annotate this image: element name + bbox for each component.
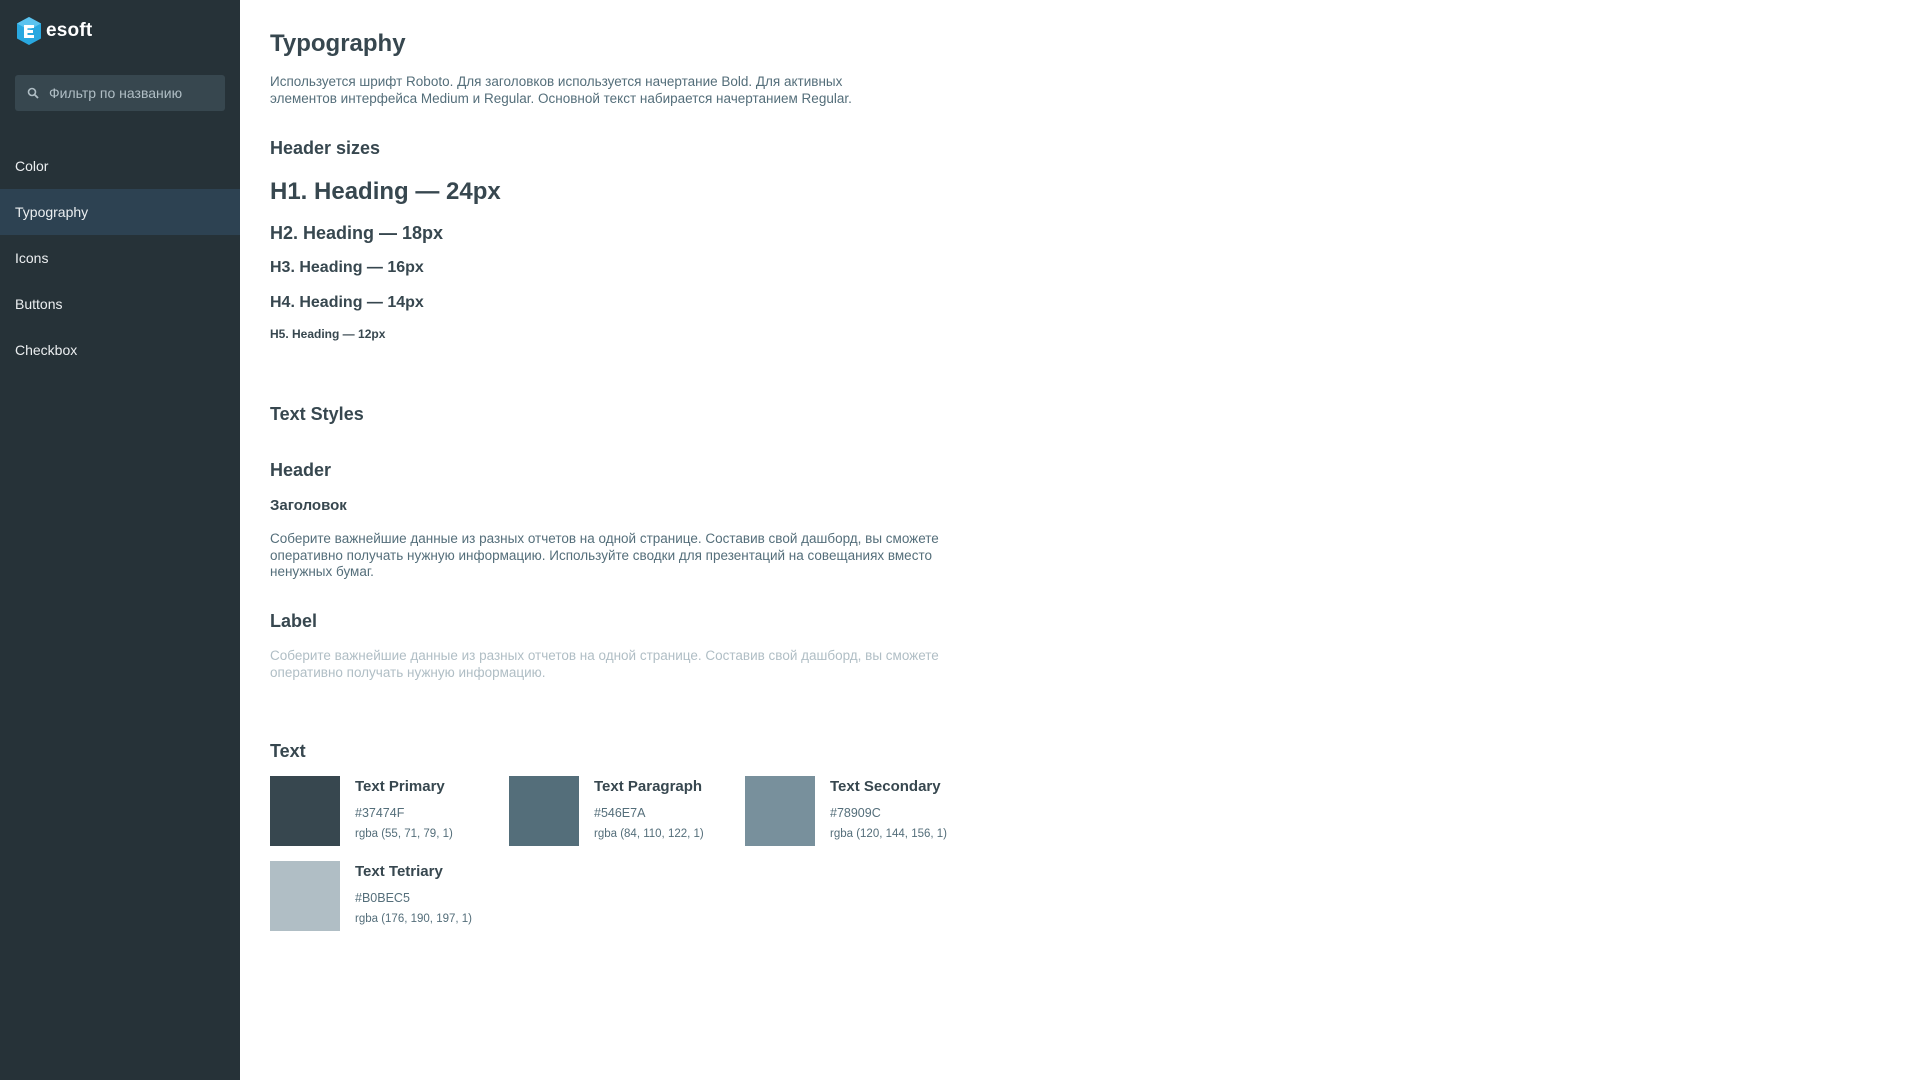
color-swatch [270,776,340,846]
swatch-hex: #37474F [355,806,405,820]
text-colors-title: Text [270,741,306,761]
h4-sample: H4. Heading — 14px [270,294,424,311]
color-swatch [270,861,340,931]
header-style-title: Header [270,460,332,480]
swatch-info: Text Primary #37474F rgba (55, 71, 79, 1… [355,776,453,846]
swatch-name: Text Secondary [830,778,941,795]
h5-sample: H5. Heading — 12px [270,327,386,341]
sidebar-item-icons[interactable]: Icons [0,235,240,281]
sidebar-item-label: Color [15,158,49,174]
swatch-rgba: rgba (84, 110, 122, 1) [594,828,704,840]
label-style-title: Label [270,611,318,631]
logo[interactable]: esoft [15,16,92,46]
search-input[interactable] [49,85,219,101]
header-sizes-title: Header sizes [270,138,381,158]
swatch-hex: #78909C [830,806,881,820]
swatch-hex: #546E7A [594,806,646,820]
color-swatch [745,776,815,846]
sidebar-item-checkbox[interactable]: Checkbox [0,327,240,373]
sidebar: esoft Color Typography Icons Buttons Che… [0,0,240,1080]
swatch-info: Text Paragraph #546E7A rgba (84, 110, 12… [594,776,704,846]
swatch-text-paragraph: Text Paragraph #546E7A rgba (84, 110, 12… [509,776,704,846]
sidebar-item-label: Typography [15,204,89,220]
swatch-text-secondary: Text Secondary #78909C rgba (120, 144, 1… [745,776,947,846]
sidebar-item-label: Checkbox [15,342,78,358]
h1-sample: H1. Heading — 24px [270,178,501,205]
h2-sample: H2. Heading — 18px [270,223,444,243]
esoft-logo-icon [17,17,41,45]
text-styles-title: Text Styles [270,404,364,424]
label-style-paragraph: Соберите важнейшие данные из разных отче… [270,648,939,680]
sidebar-item-typography[interactable]: Typography [0,189,240,235]
swatch-rgba: rgba (55, 71, 79, 1) [355,828,453,840]
swatch-name: Text Primary [355,778,445,795]
swatch-name: Text Tetriary [355,863,443,880]
swatch-name: Text Paragraph [594,778,703,795]
swatch-rgba: rgba (176, 190, 197, 1) [355,913,472,925]
search-box[interactable] [15,75,225,111]
intro-text: Используется шрифт Roboto. Для заголовко… [270,74,852,106]
color-swatch [509,776,579,846]
sidebar-item-label: Buttons [15,296,63,312]
header-style-paragraph: Соберите важнейшие данные из разных отче… [270,531,939,579]
swatch-info: Text Tetriary #B0BEC5 rgba (176, 190, 19… [355,861,472,931]
sidebar-nav: Color Typography Icons Buttons Checkbox [0,143,240,373]
sidebar-item-buttons[interactable]: Buttons [0,281,240,327]
swatch-info: Text Secondary #78909C rgba (120, 144, 1… [830,776,947,846]
h3-sample: H3. Heading — 16px [270,259,424,276]
sidebar-item-label: Icons [15,250,49,266]
swatch-rgba: rgba (120, 144, 156, 1) [830,828,947,840]
page-title: Typography [270,30,406,57]
search-icon [27,87,39,99]
swatch-text-primary: Text Primary #37474F rgba (55, 71, 79, 1… [270,776,453,846]
swatch-text-tetriary: Text Tetriary #B0BEC5 rgba (176, 190, 19… [270,861,472,931]
logo-text: esoft [46,20,93,41]
sidebar-item-color[interactable]: Color [0,143,240,189]
swatch-hex: #B0BEC5 [355,891,410,905]
header-style-sample: Заголовок [270,497,347,514]
